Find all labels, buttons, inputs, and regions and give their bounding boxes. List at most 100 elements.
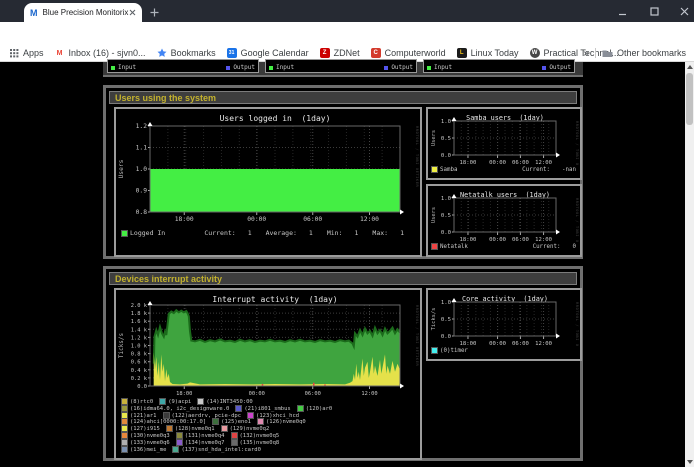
series-legend-label: Netatalk	[440, 244, 468, 250]
stat-label: Current:	[533, 244, 561, 250]
bookmark-item-apps-grid[interactable]: Apps	[9, 48, 44, 58]
section-users-header: Users using the system	[109, 91, 577, 104]
bookmark-item-star[interactable]: Bookmarks	[157, 48, 216, 58]
bookmarks-overflow-chevron[interactable]: »	[583, 48, 589, 59]
output-legend: Output	[226, 64, 255, 71]
svg-text:Ticks/s: Ticks/s	[118, 332, 125, 358]
svg-text:12:00: 12:00	[535, 160, 552, 166]
device-legend-label: (14)INT3450:00	[206, 399, 252, 405]
device-legend-item: (134)nvme0q7	[177, 440, 225, 447]
bookmark-item-computerworld[interactable]: CComputerworld	[371, 48, 446, 58]
device-legend-item: (135)nvme0q8	[232, 440, 280, 447]
device-legend-label: (126)nvme0q0	[266, 419, 306, 425]
partial-graph-row: InputOutputInputOutputInputOutput	[103, 62, 583, 77]
chart-core-activity[interactable]: Core activity (1day)Ticks/s1.00.50.018:0…	[426, 288, 582, 361]
core-activity-legend: (0)timer	[432, 348, 576, 354]
bookmark-item-linux-today[interactable]: LLinux Today	[457, 48, 519, 58]
svg-text:0.4 k: 0.4 k	[131, 368, 148, 374]
device-legend-row: (8)rtc0(9)acpi(14)INT3450:00	[122, 399, 416, 406]
svg-text:Users: Users	[431, 130, 437, 146]
scrollbar-up-arrow-icon[interactable]	[685, 62, 694, 72]
partial-graph-box[interactable]: InputOutput	[265, 59, 417, 73]
device-legend-label: (125)eno1	[221, 419, 251, 425]
svg-text:RRDTOOL / TOBI OETIKER: RRDTOOL / TOBI OETIKER	[415, 126, 420, 188]
series-legend-item: Logged In	[122, 229, 165, 237]
scrollbar-down-arrow-icon[interactable]	[685, 457, 694, 467]
scrollbar-thumb[interactable]	[686, 73, 693, 125]
device-legend-item: (128)nvme0q1	[167, 426, 215, 433]
svg-text:1.6 k: 1.6 k	[131, 319, 148, 325]
partial-graph-legend: InputOutput	[111, 64, 255, 71]
svg-text:12:00: 12:00	[535, 341, 552, 347]
svg-text:RRDTOOL / TOBI OETIKER: RRDTOOL / TOBI OETIKER	[575, 121, 580, 166]
partial-graph-box[interactable]: InputOutput	[107, 59, 259, 73]
svg-text:00:00: 00:00	[489, 160, 506, 166]
svg-text:1.1: 1.1	[136, 145, 148, 152]
titlebar: M Blue Precision Monitorix	[0, 0, 694, 22]
chart-samba-users[interactable]: Samba users (1day)Users1.00.50.018:0000:…	[426, 107, 582, 180]
bookmark-item-zdnet[interactable]: Z ZDNet	[320, 48, 360, 58]
device-legend-label: (124)ahci[0000:00:17.0]	[130, 419, 206, 425]
svg-text:RRDTOOL / TOBI OETIKER: RRDTOOL / TOBI OETIKER	[415, 305, 420, 367]
monitorix-favicon-icon: M	[30, 8, 38, 18]
chart-users-logged-in[interactable]: Users logged in (1day)Users1.21.11.00.90…	[114, 107, 422, 257]
tab-close-icon[interactable]	[129, 9, 136, 16]
folder-icon	[602, 49, 613, 58]
page-content: InputOutputInputOutputInputOutput Users …	[0, 62, 694, 467]
stat-value: 0	[573, 244, 577, 250]
svg-text:1.0 k: 1.0 k	[131, 344, 148, 350]
device-legend-label: (134)nvme0q7	[185, 440, 225, 446]
bookmark-label: ZDNet	[334, 48, 360, 58]
svg-text:1.0: 1.0	[441, 300, 451, 306]
device-legend-label: (123)xhci_hcd	[256, 413, 299, 419]
close-button[interactable]	[678, 5, 690, 17]
partial-graph-box[interactable]: InputOutput	[423, 59, 575, 73]
device-legend-label: (9)acpi	[168, 399, 191, 405]
page-scrollbar[interactable]	[685, 62, 694, 467]
zdnet-icon: Z	[320, 48, 330, 58]
svg-text:Users logged in (1day): Users logged in (1day)	[220, 114, 331, 123]
device-legend-item: (127)i915	[122, 426, 160, 433]
device-legend-item: (132)nvme0q5	[232, 433, 280, 440]
svg-text:12:00: 12:00	[361, 391, 377, 397]
browser-tab[interactable]: M Blue Precision Monitorix	[24, 3, 142, 22]
device-legend-item: (137)snd_hda_intel:card0	[173, 447, 260, 454]
users-logged-in-graph: Users logged in (1day)Users1.21.11.00.90…	[116, 111, 420, 225]
minimize-button[interactable]	[616, 5, 628, 17]
legend-stats: Current:1Average:1Min:1Max:1	[190, 229, 404, 237]
samba-users-legend: SambaCurrent:-nan	[432, 167, 576, 173]
chart-interrupt-activity[interactable]: Interrupt activity (1day)Ticks/s2.0 k1.8…	[114, 288, 422, 460]
svg-text:18:00: 18:00	[460, 341, 477, 347]
bookmark-item-calendar[interactable]: 31Google Calendar	[227, 48, 309, 58]
svg-text:0.8: 0.8	[136, 209, 148, 216]
bookmark-item-gmail[interactable]: MInbox (16) - sjvn0...	[55, 48, 146, 58]
device-legend-label: (131)nvme0q4	[185, 433, 225, 439]
wordpress-icon: W	[530, 48, 540, 58]
other-bookmarks-button[interactable]: Other bookmarks	[602, 48, 686, 58]
device-legend-label: (135)nvme0q8	[240, 440, 280, 446]
device-legend-item: (130)nvme0q3	[122, 433, 170, 440]
device-legend-label: (127)i915	[130, 426, 160, 432]
svg-text:0.0: 0.0	[441, 153, 451, 159]
bookmark-label: Inbox (16) - sjvn0...	[69, 48, 146, 58]
input-legend: Input	[269, 64, 294, 71]
svg-text:00:00: 00:00	[249, 391, 265, 397]
chart-netatalk-users[interactable]: Netatalk users (1day)Users1.00.50.018:00…	[426, 184, 582, 257]
bookmark-label: Apps	[23, 48, 44, 58]
device-legend-item: (16)idma64.0, i2c_designware.0	[122, 406, 229, 413]
series-legend-label: (0)timer	[440, 348, 468, 354]
svg-text:Interrupt activity (1day): Interrupt activity (1day)	[212, 295, 337, 304]
maximize-button[interactable]	[648, 5, 660, 17]
stat-label: Max:	[372, 229, 388, 237]
partial-graph-legend: InputOutput	[269, 64, 413, 71]
svg-text:00:00: 00:00	[489, 237, 506, 243]
device-legend-label: (136)mei_me	[130, 447, 166, 453]
users-logged-in-legend-row: Logged InCurrent:1Average:1Min:1Max:1	[122, 229, 416, 237]
svg-text:06:00: 06:00	[512, 237, 529, 243]
bookmark-label: Bookmarks	[171, 48, 216, 58]
svg-text:18:00: 18:00	[176, 391, 192, 397]
stat-value: 1	[248, 229, 252, 237]
new-tab-button[interactable]	[148, 6, 161, 19]
browser-window: M Blue Precision Monitorix	[0, 0, 694, 467]
core-activity-graph: Core activity (1day)Ticks/s1.00.50.018:0…	[428, 291, 580, 347]
